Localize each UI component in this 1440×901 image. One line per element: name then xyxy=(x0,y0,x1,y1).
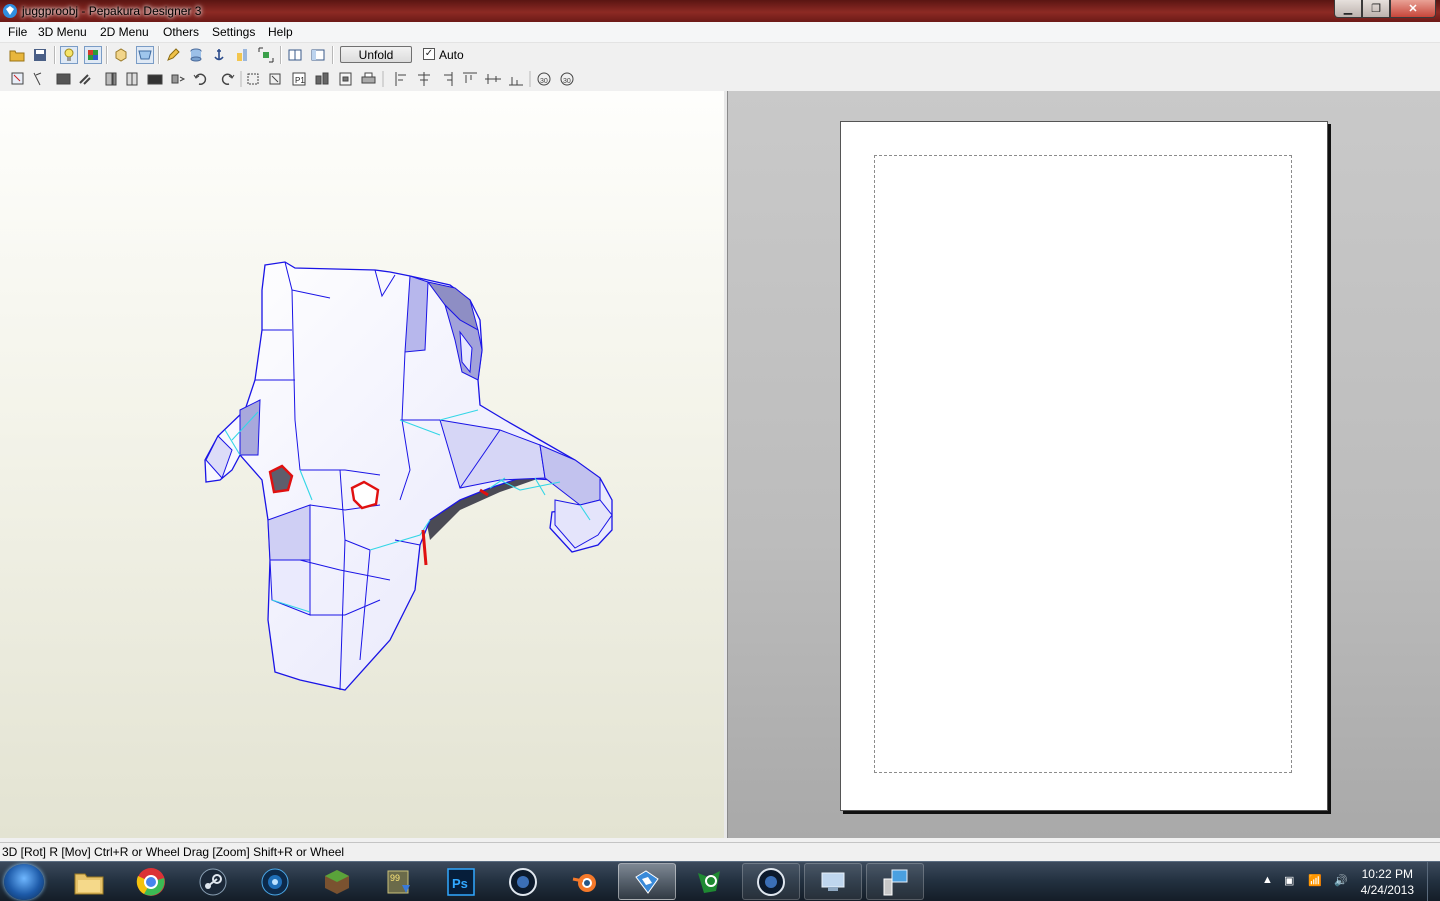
taskbar: 99 Ps ▲ ▣ 📶 🔊 10:22 PM 4/24/2013 xyxy=(0,861,1440,901)
flat-face-icon[interactable] xyxy=(136,46,154,64)
blender-icon[interactable] xyxy=(556,863,614,900)
texture-cube-icon[interactable] xyxy=(84,46,102,64)
pencil-icon[interactable] xyxy=(164,46,182,64)
media-player-icon[interactable] xyxy=(246,863,304,900)
pepakura-taskbar-icon[interactable] xyxy=(618,863,676,900)
title-bar: juggproobj - Pepakura Designer 3 ▁ ❐ ✕ xyxy=(0,0,1440,22)
open-folder-icon[interactable] xyxy=(8,46,26,64)
close-button[interactable]: ✕ xyxy=(1390,0,1436,18)
3d-view-pane[interactable] xyxy=(0,91,725,838)
single-view-icon[interactable] xyxy=(286,46,304,64)
scale-icon[interactable] xyxy=(233,46,251,64)
svg-text:99: 99 xyxy=(390,873,400,883)
minimize-button[interactable]: ▁ xyxy=(1334,0,1362,18)
clock[interactable]: 10:22 PM 4/24/2013 xyxy=(1361,866,1414,898)
main-toolbar xyxy=(0,43,1440,68)
3d-model-mesh[interactable] xyxy=(0,91,724,838)
menu-settings[interactable]: Settings xyxy=(212,25,255,39)
reader-icon[interactable] xyxy=(680,863,738,900)
paper-sheet xyxy=(840,121,1328,811)
status-bar: 3D [Rot] R [Mov] Ctrl+R or Wheel Drag [Z… xyxy=(0,842,1440,862)
svg-text:30: 30 xyxy=(540,78,548,85)
lightbulb-icon[interactable] xyxy=(60,46,78,64)
remote-desktop-icon[interactable] xyxy=(804,863,862,900)
menu-file[interactable]: File xyxy=(8,25,27,39)
cylinder-icon[interactable] xyxy=(187,46,205,64)
menu-help[interactable]: Help xyxy=(268,25,293,39)
save-icon[interactable] xyxy=(31,46,49,64)
auto-label: Auto xyxy=(439,48,464,62)
edit-toolbar: P1 30 30 xyxy=(0,67,1440,92)
show-hidden-icons-icon[interactable]: ▲ xyxy=(1262,874,1273,886)
cinema4d-2-icon[interactable] xyxy=(742,863,800,900)
move-parts-icon[interactable] xyxy=(257,46,275,64)
network-tool-icon[interactable] xyxy=(866,863,924,900)
start-orb-icon[interactable] xyxy=(4,864,44,900)
chrome-icon[interactable] xyxy=(122,863,180,900)
menu-2d[interactable]: 2D Menu xyxy=(100,25,149,39)
svg-text:30: 30 xyxy=(563,78,571,85)
pepakura-app-icon[interactable] xyxy=(2,3,18,19)
cinema4d-icon[interactable] xyxy=(494,863,552,900)
menu-others[interactable]: Others xyxy=(163,25,199,39)
svg-text:Ps: Ps xyxy=(452,876,468,891)
signal-icon[interactable]: 📶 xyxy=(1308,874,1322,887)
anchor-icon[interactable] xyxy=(210,46,228,64)
show-desktop-button[interactable] xyxy=(1427,862,1440,901)
print-area-boundary xyxy=(874,155,1292,773)
menu-bar: File 3D Menu 2D Menu Others Settings Hel… xyxy=(0,22,1440,43)
minecraft-icon[interactable] xyxy=(308,863,366,900)
unfold-button[interactable]: Unfold xyxy=(340,46,412,63)
volume-icon[interactable]: 🔊 xyxy=(1334,874,1348,887)
clock-time: 10:22 PM xyxy=(1361,867,1413,881)
menu-3d[interactable]: 3D Menu xyxy=(38,25,87,39)
cube-icon[interactable] xyxy=(112,46,130,64)
status-text: 3D [Rot] R [Mov] Ctrl+R or Wheel Drag [Z… xyxy=(2,845,345,859)
svg-text:P1: P1 xyxy=(295,76,305,85)
edit-toolbar-icons: P1 30 30 xyxy=(11,71,574,87)
steam-icon[interactable] xyxy=(184,863,242,900)
window-title: juggproobj - Pepakura Designer 3 xyxy=(22,4,202,18)
2d-view-pane[interactable] xyxy=(728,91,1440,838)
split-view-icon[interactable] xyxy=(309,46,327,64)
maximize-button[interactable]: ❐ xyxy=(1362,0,1390,18)
photoshop-icon[interactable]: Ps xyxy=(432,863,490,900)
file-explorer-icon[interactable] xyxy=(60,863,118,900)
network-device-icon[interactable]: ▣ xyxy=(1284,874,1294,887)
auto-checkbox[interactable]: ✓ xyxy=(423,48,435,60)
clock-date: 4/24/2013 xyxy=(1360,883,1414,897)
game-launcher-icon[interactable]: 99 xyxy=(370,863,428,900)
